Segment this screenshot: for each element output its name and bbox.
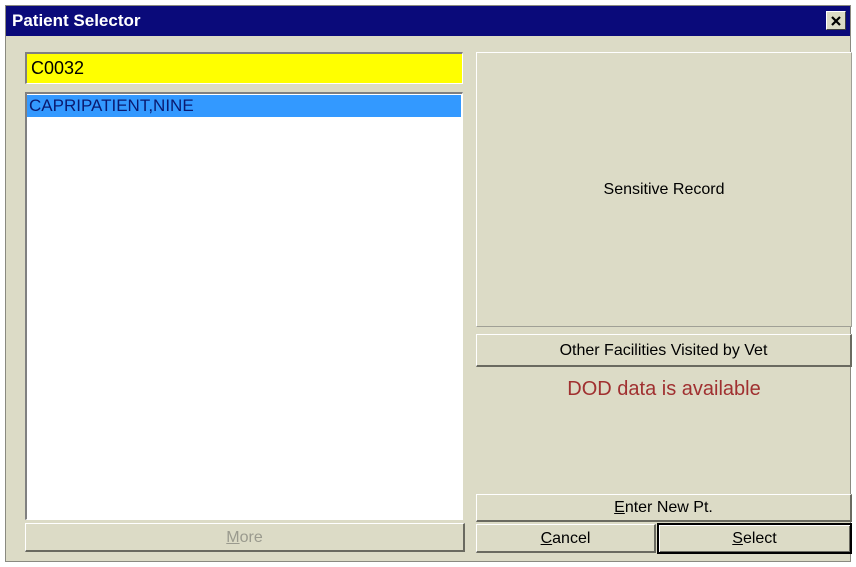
list-item[interactable]: CAPRIPATIENT,NINE: [27, 95, 461, 117]
enter-new-mnemonic: E: [614, 499, 625, 516]
sensitive-record-label: Sensitive Record: [603, 180, 725, 198]
select-label: elect: [742, 530, 777, 547]
dod-status-message: DOD data is available: [567, 378, 761, 400]
patient-list[interactable]: CAPRIPATIENT,NINE: [25, 92, 463, 520]
more-button[interactable]: More: [25, 523, 465, 552]
close-button[interactable]: [826, 11, 846, 30]
select-button[interactable]: Select: [657, 523, 852, 554]
enter-new-label: nter New Pt.: [624, 499, 713, 516]
sensitive-record-panel: Sensitive Record: [476, 52, 852, 327]
patient-selector-dialog: Patient Selector CAPRIPATIENT,NINE More …: [5, 5, 852, 562]
enter-new-patient-button[interactable]: Enter New Pt.: [476, 494, 852, 522]
cancel-label: ancel: [552, 530, 591, 547]
more-button-mnemonic: M: [226, 529, 240, 546]
select-mnemonic: S: [732, 530, 743, 547]
patient-search-input[interactable]: [25, 52, 463, 84]
dialog-title: Patient Selector: [12, 11, 141, 30]
other-facilities-button[interactable]: Other Facilities Visited by Vet: [476, 334, 852, 367]
close-icon: [831, 15, 841, 26]
more-button-label: ore: [239, 529, 263, 546]
cancel-mnemonic: C: [540, 530, 553, 547]
other-facilities-label: Other Facilities Visited by Vet: [559, 342, 768, 359]
title-bar[interactable]: Patient Selector: [6, 6, 850, 36]
cancel-button[interactable]: Cancel: [476, 524, 656, 553]
